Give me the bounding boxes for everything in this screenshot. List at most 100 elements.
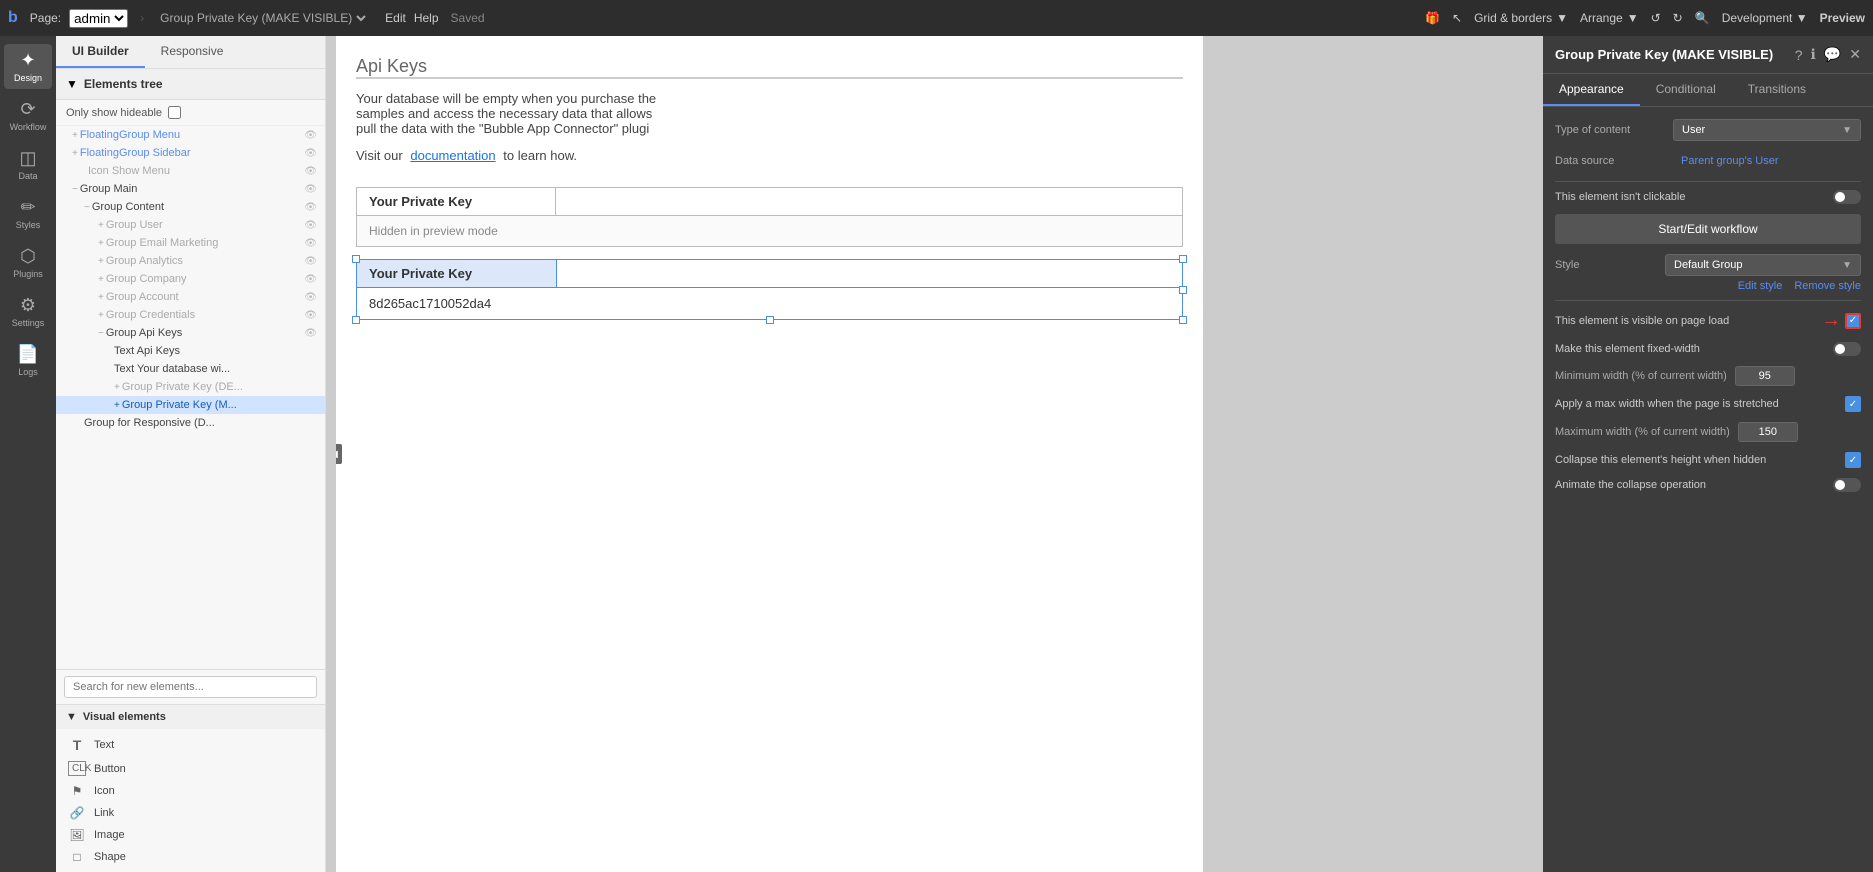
tree-item-group-main[interactable]: − Group Main 👁 — [56, 180, 325, 198]
undo-button[interactable]: ↺ — [1651, 11, 1661, 25]
visual-item-icon[interactable]: ⚑ Icon — [56, 780, 325, 802]
development-select[interactable]: Development ▼ — [1722, 11, 1808, 25]
visual-header[interactable]: ▼ Visual elements — [56, 705, 325, 729]
sidebar-item-styles[interactable]: ✏ Styles — [4, 191, 52, 236]
private-key-section-1: Your Private Key Hidden in preview mode — [356, 187, 1183, 247]
tree-item-group-api-keys[interactable]: − Group Api Keys 👁 — [56, 324, 325, 342]
sidebar-item-workflow[interactable]: ⟳ Workflow — [4, 93, 52, 138]
remove-style-link[interactable]: Remove style — [1794, 280, 1861, 292]
sidebar-item-settings[interactable]: ⚙ Settings — [4, 289, 52, 334]
tree-item-group-company[interactable]: + Group Company 👁 — [56, 270, 325, 288]
item-text: Group Private Key (DE... — [122, 381, 317, 393]
grid-borders-button[interactable]: Grid & borders ▼ — [1474, 11, 1568, 25]
tree-item-text-database[interactable]: Text Your database wi... — [56, 360, 325, 378]
eye-icon[interactable]: 👁 — [304, 238, 317, 249]
visual-item-image[interactable]: 🖼 Image — [56, 824, 325, 846]
sidebar-item-plugins[interactable]: ⬡ Plugins — [4, 240, 52, 285]
tree-item-group-email[interactable]: + Group Email Marketing 👁 — [56, 234, 325, 252]
api-keys-title: Api Keys — [356, 56, 427, 76]
eye-icon[interactable]: 👁 — [304, 202, 317, 213]
eye-icon[interactable]: 👁 — [304, 328, 317, 339]
not-clickable-row: This element isn't clickable — [1555, 190, 1861, 204]
plus-icon: + — [98, 292, 104, 303]
eye-icon[interactable]: 👁 — [304, 220, 317, 231]
tab-conditional[interactable]: Conditional — [1640, 74, 1732, 106]
page-select[interactable]: admin — [69, 9, 128, 28]
tree-item-group-account[interactable]: + Group Account 👁 — [56, 288, 325, 306]
close-icon[interactable]: ✕ — [1849, 46, 1861, 63]
search-button[interactable]: 🔍 — [1695, 11, 1710, 25]
visual-item-link[interactable]: 🔗 Link — [56, 802, 325, 824]
tree-item-group-credentials[interactable]: + Group Credentials 👁 — [56, 306, 325, 324]
cursor-icon[interactable]: ↖ — [1452, 11, 1462, 25]
help-icon[interactable]: ? — [1795, 47, 1803, 63]
eye-icon[interactable]: 👁 — [304, 148, 317, 159]
info-icon[interactable]: ℹ — [1811, 46, 1816, 63]
tree-item-icon-show-menu[interactable]: Icon Show Menu 👁 — [56, 162, 325, 180]
gift-icon[interactable]: 🎁 — [1425, 11, 1440, 25]
main-layout: ✦ Design ⟳ Workflow ◫ Data ✏ Styles ⬡ Pl… — [0, 36, 1873, 872]
max-width-input[interactable] — [1738, 422, 1798, 442]
tree-item-group-private-key-de[interactable]: + Group Private Key (DE... — [56, 378, 325, 396]
tree-item-floating-sidebar[interactable]: + FloatingGroup Sidebar 👁 — [56, 144, 325, 162]
fixed-width-toggle[interactable] — [1833, 342, 1861, 356]
eye-icon[interactable]: 👁 — [304, 130, 317, 141]
design-icon: ✦ — [20, 50, 35, 71]
workflow-select[interactable]: Group Private Key (MAKE VISIBLE) — [156, 10, 369, 26]
tree-collapse-icon[interactable]: ▼ — [66, 77, 78, 91]
visual-item-label: Icon — [94, 785, 115, 797]
eye-icon[interactable]: 👁 — [304, 310, 317, 321]
visual-item-shape[interactable]: □ Shape — [56, 846, 325, 868]
tree-item-group-analytics[interactable]: + Group Analytics 👁 — [56, 252, 325, 270]
eye-icon[interactable]: 👁 — [304, 292, 317, 303]
sidebar-item-design[interactable]: ✦ Design — [4, 44, 52, 89]
data-source-value[interactable]: Parent group's User — [1673, 151, 1861, 171]
only-hideable-checkbox[interactable] — [168, 106, 181, 119]
edit-style-link[interactable]: Edit style — [1738, 280, 1783, 292]
tab-transitions[interactable]: Transitions — [1732, 74, 1822, 106]
tab-appearance[interactable]: Appearance — [1543, 74, 1640, 106]
docs-link[interactable]: documentation — [410, 148, 495, 163]
workflow-button[interactable]: Start/Edit workflow — [1555, 214, 1861, 244]
style-select[interactable]: Default Group ▼ — [1665, 254, 1861, 276]
private-key-section-2[interactable]: Your Private Key 8d265ac1710052da4 — [356, 259, 1183, 320]
visual-item-button[interactable]: CLK Button — [56, 757, 325, 780]
tab-responsive[interactable]: Responsive — [145, 36, 240, 68]
visual-item-text[interactable]: T Text — [56, 733, 325, 757]
tree-item-floating-menu[interactable]: + FloatingGroup Menu 👁 — [56, 126, 325, 144]
type-of-content-select[interactable]: User ▼ — [1673, 119, 1861, 141]
collapse-handle[interactable]: ◀ — [336, 444, 342, 464]
eye-icon[interactable]: 👁 — [304, 184, 317, 195]
tab-ui-builder[interactable]: UI Builder — [56, 36, 145, 68]
eye-icon[interactable]: 👁 — [304, 274, 317, 285]
tree-item-group-responsive[interactable]: Group for Responsive (D... — [56, 414, 325, 432]
search-input[interactable] — [64, 676, 317, 698]
arrange-button[interactable]: Arrange ▼ — [1580, 11, 1639, 25]
visible-checkbox[interactable]: ✓ — [1845, 313, 1861, 329]
docs-row: Visit our documentation to learn how. — [356, 148, 1183, 163]
eye-icon[interactable]: 👁 — [304, 256, 317, 267]
tree-item-group-content[interactable]: − Group Content 👁 — [56, 198, 325, 216]
item-text: Icon Show Menu — [88, 165, 304, 177]
eye-icon[interactable]: 👁 — [304, 166, 317, 177]
max-width-stretch-checkbox[interactable]: ✓ — [1845, 396, 1861, 412]
help-menu[interactable]: Help — [414, 11, 439, 25]
preview-button[interactable]: Preview — [1820, 11, 1865, 25]
tree-item-group-private-key-m[interactable]: + Group Private Key (M... — [56, 396, 325, 414]
visual-item-label: Text — [94, 739, 114, 751]
sidebar-item-logs[interactable]: 📄 Logs — [4, 338, 52, 383]
comment-icon[interactable]: 💬 — [1824, 46, 1841, 63]
collapse-checkbox[interactable]: ✓ — [1845, 452, 1861, 468]
animate-row: Animate the collapse operation — [1555, 478, 1861, 492]
animate-toggle[interactable] — [1833, 478, 1861, 492]
tree-item-text-api-keys[interactable]: Text Api Keys — [56, 342, 325, 360]
not-clickable-toggle[interactable] — [1833, 190, 1861, 204]
redo-button[interactable]: ↻ — [1673, 11, 1683, 25]
min-width-input[interactable] — [1735, 366, 1795, 386]
max-width-stretch-row: Apply a max width when the page is stret… — [1555, 396, 1861, 412]
plus-icon: + — [98, 310, 104, 321]
tree-item-group-user[interactable]: + Group User 👁 — [56, 216, 325, 234]
visual-collapse-icon: ▼ — [66, 711, 77, 723]
sidebar-item-data[interactable]: ◫ Data — [4, 142, 52, 187]
edit-menu[interactable]: Edit — [385, 11, 406, 25]
